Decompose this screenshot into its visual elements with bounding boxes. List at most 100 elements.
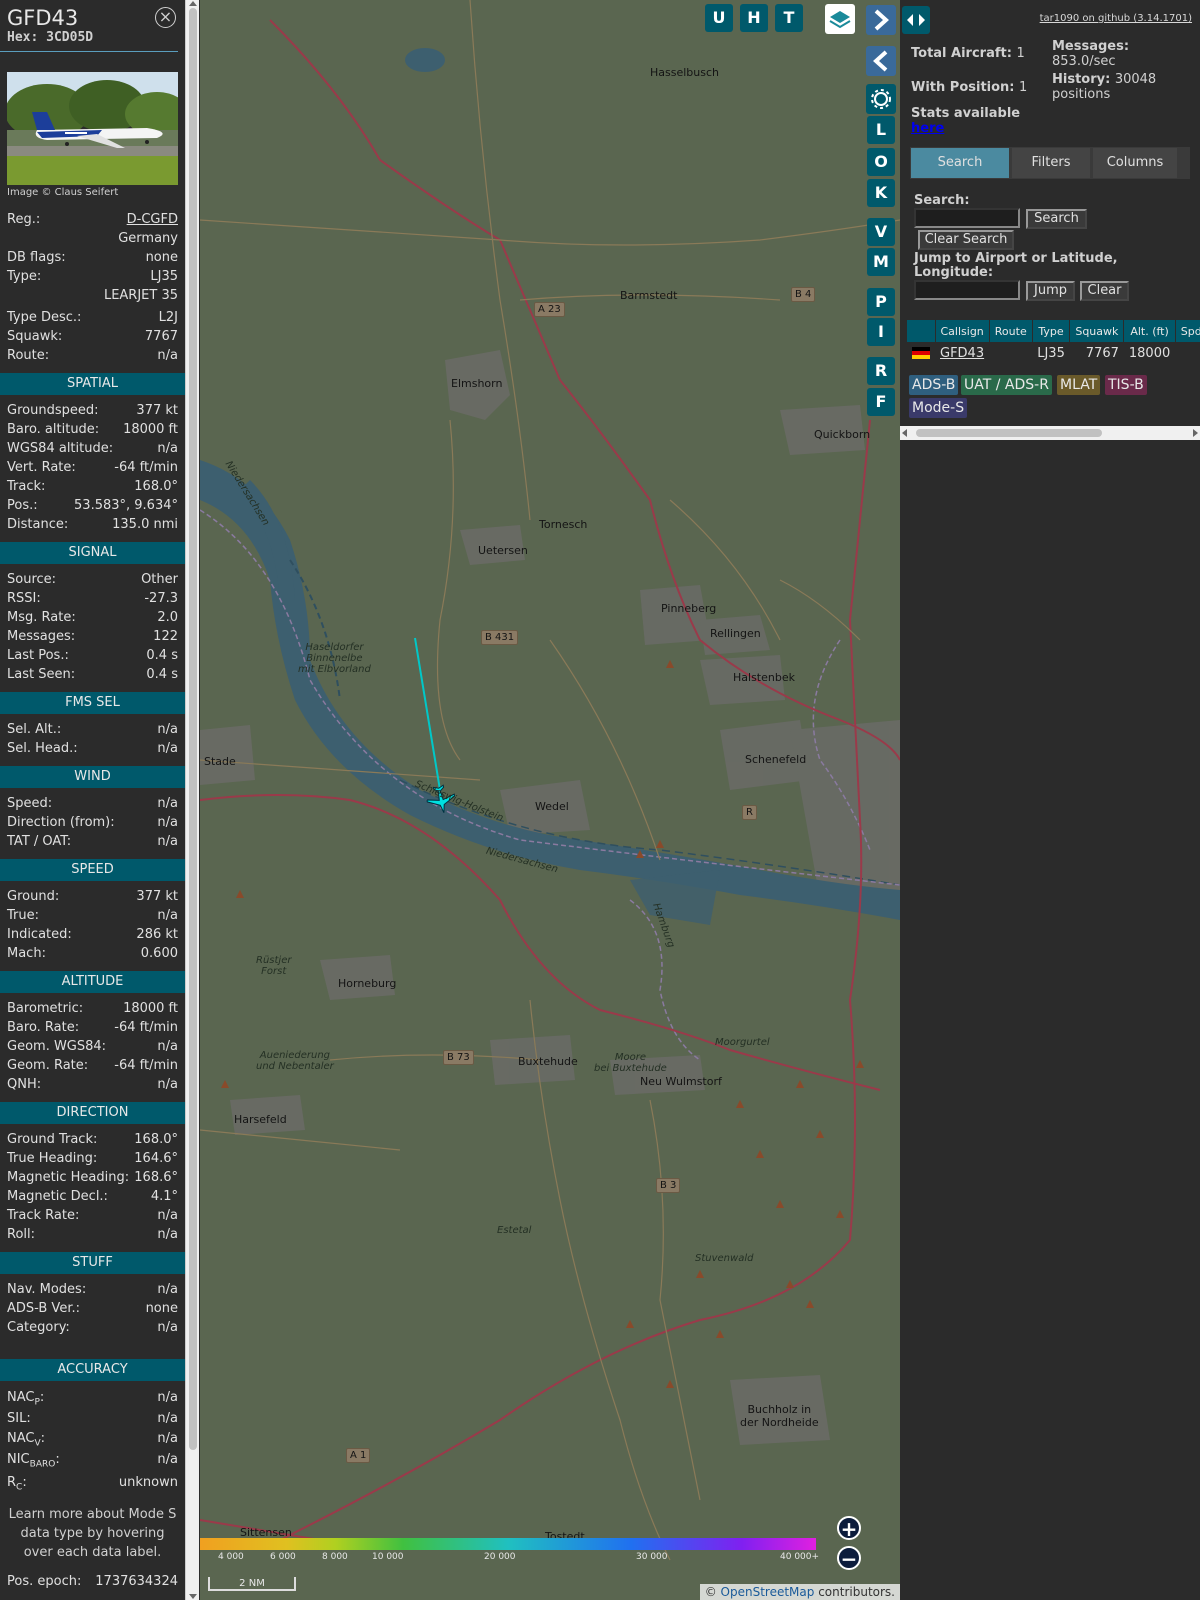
jump-input[interactable] — [914, 280, 1020, 300]
col-type[interactable]: Type — [1032, 320, 1071, 342]
info-label[interactable]: Geom. WGS84: — [7, 1037, 106, 1056]
source-tag[interactable]: UAT / ADS-R — [961, 375, 1052, 395]
scroll-up-icon[interactable] — [189, 1, 197, 6]
map-toggle-p-button[interactable]: P — [867, 288, 895, 316]
row-type: LJ35 — [1037, 345, 1065, 361]
info-label[interactable]: QNH: — [7, 1075, 41, 1094]
toggle-h-button[interactable]: H — [740, 4, 768, 32]
toggle-sidebar-icon[interactable] — [902, 6, 930, 34]
info-label[interactable]: Geom. Rate: — [7, 1056, 88, 1075]
info-label[interactable]: Speed: — [7, 794, 52, 813]
info-label[interactable]: Track Rate: — [7, 1206, 79, 1225]
scroll-thumb[interactable] — [189, 8, 197, 1450]
map-view[interactable]: Hasselbusch Barmstedt Elmshorn Quickborn… — [200, 0, 900, 1600]
info-row: Track Rate: n/a — [0, 1206, 185, 1225]
info-label[interactable]: Ground: — [7, 887, 59, 906]
layers-icon[interactable] — [825, 4, 855, 34]
info-label[interactable]: Last Seen: — [7, 665, 75, 684]
map-toggle-v-button[interactable]: V — [867, 218, 895, 246]
info-label[interactable]: Track: — [7, 477, 45, 496]
info-label[interactable]: TAT / OAT: — [7, 832, 71, 851]
map-toggle-k-button[interactable]: K — [867, 179, 895, 207]
info-label[interactable]: WGS84 altitude: — [7, 439, 113, 458]
info-label[interactable]: Category: — [7, 1318, 70, 1337]
source-tag[interactable]: ADS-B — [909, 375, 959, 395]
map-toggle-r-button[interactable]: R — [867, 357, 895, 385]
info-label[interactable]: True Heading: — [7, 1149, 97, 1168]
info-label[interactable]: Groundspeed: — [7, 401, 98, 420]
github-link[interactable]: tar1090 on github (3.14.1701) — [1040, 13, 1192, 24]
row-spd — [1175, 342, 1200, 364]
info-label[interactable]: Ground Track: — [7, 1130, 97, 1149]
info-label[interactable]: Mach: — [7, 944, 46, 963]
info-label[interactable]: True: — [7, 906, 39, 925]
jump-button[interactable]: Jump — [1026, 281, 1075, 301]
col-route[interactable]: Route — [989, 320, 1033, 342]
toggle-t-button[interactable]: T — [775, 4, 803, 32]
info-label[interactable]: Roll: — [7, 1225, 35, 1244]
info-label[interactable]: Nav. Modes: — [7, 1280, 86, 1299]
toggle-u-button[interactable]: U — [705, 4, 733, 32]
col-squawk[interactable]: Squawk — [1069, 320, 1125, 342]
info-label[interactable]: Direction (from): — [7, 813, 115, 832]
col-flag[interactable] — [907, 320, 936, 342]
tab-filters[interactable]: Filters — [1012, 148, 1090, 178]
source-tag[interactable]: TIS-B — [1105, 375, 1147, 395]
source-tag[interactable]: Mode-S — [909, 398, 968, 418]
scroll-down-icon[interactable] — [189, 1594, 197, 1599]
map-toggle-i-button[interactable]: I — [867, 318, 895, 346]
search-input[interactable] — [914, 208, 1020, 228]
map-toggle-l-button[interactable]: L — [867, 116, 895, 144]
clear-button[interactable]: Clear — [1080, 281, 1129, 301]
scroll-left-icon[interactable] — [902, 429, 907, 437]
source-tag[interactable]: MLAT — [1057, 375, 1101, 395]
settings-gear-icon[interactable] — [866, 84, 896, 114]
clear-search-button[interactable]: Clear Search — [918, 230, 1014, 250]
aircraft-photo[interactable] — [7, 72, 178, 185]
zoom-out-icon[interactable]: − — [837, 1546, 861, 1570]
info-label[interactable]: Source: — [7, 570, 56, 589]
col-callsign[interactable]: Callsign — [935, 320, 990, 342]
map-toggle-m-button[interactable]: M — [867, 248, 895, 276]
close-icon[interactable]: × — [155, 7, 176, 28]
expand-right-icon[interactable] — [866, 5, 896, 35]
osm-link[interactable]: OpenStreetMap — [721, 1585, 815, 1599]
tab-search[interactable]: Search — [911, 148, 1009, 178]
row-callsign[interactable]: GFD43 — [935, 342, 989, 364]
scroll-right-icon[interactable] — [1193, 429, 1198, 437]
col-spd[interactable]: Spd. — [1175, 320, 1200, 342]
search-button[interactable]: Search — [1026, 209, 1087, 229]
info-label[interactable]: ADS-B Ver.: — [7, 1299, 80, 1318]
info-label[interactable]: Last Pos.: — [7, 646, 69, 665]
table-row[interactable]: GFD43 LJ35 7767 18000 — [907, 342, 1200, 364]
info-label[interactable]: Messages: — [7, 627, 75, 646]
info-label[interactable]: Baro. Rate: — [7, 1018, 79, 1037]
info-label[interactable]: Msg. Rate: — [7, 608, 76, 627]
tab-columns[interactable]: Columns — [1093, 148, 1177, 178]
info-label[interactable]: Indicated: — [7, 925, 72, 944]
registration-link[interactable]: D-CGFD — [127, 210, 178, 229]
collapse-left-icon[interactable] — [866, 46, 896, 76]
info-value: n/a — [157, 1282, 178, 1297]
info-scrollbar[interactable] — [185, 0, 199, 1600]
info-label[interactable]: Sel. Alt.: — [7, 720, 61, 739]
map-toggle-f-button[interactable]: F — [867, 388, 895, 416]
hscroll-thumb[interactable] — [916, 429, 1102, 437]
stats-link[interactable]: here — [911, 121, 944, 136]
map-toggle-o-button[interactable]: O — [867, 148, 895, 176]
info-row: Nav. Modes: n/a — [0, 1280, 185, 1299]
info-label[interactable]: Vert. Rate: — [7, 458, 76, 477]
info-label[interactable]: Magnetic Heading: — [7, 1168, 129, 1187]
info-label[interactable]: Distance: — [7, 515, 68, 534]
info-label[interactable]: Barometric: — [7, 999, 83, 1018]
col-alt[interactable]: Alt. (ft) — [1123, 320, 1176, 342]
info-label[interactable]: Sel. Head.: — [7, 739, 78, 758]
info-label[interactable]: RSSI: — [7, 589, 41, 608]
zoom-in-icon[interactable]: + — [837, 1516, 861, 1540]
info-label[interactable]: Pos.: — [7, 496, 38, 515]
table-hscrollbar[interactable] — [900, 426, 1200, 440]
info-row: TAT / OAT: n/a — [0, 832, 185, 851]
info-value: n/a — [157, 1208, 178, 1223]
info-label[interactable]: Magnetic Decl.: — [7, 1187, 108, 1206]
info-label[interactable]: Baro. altitude: — [7, 420, 99, 439]
